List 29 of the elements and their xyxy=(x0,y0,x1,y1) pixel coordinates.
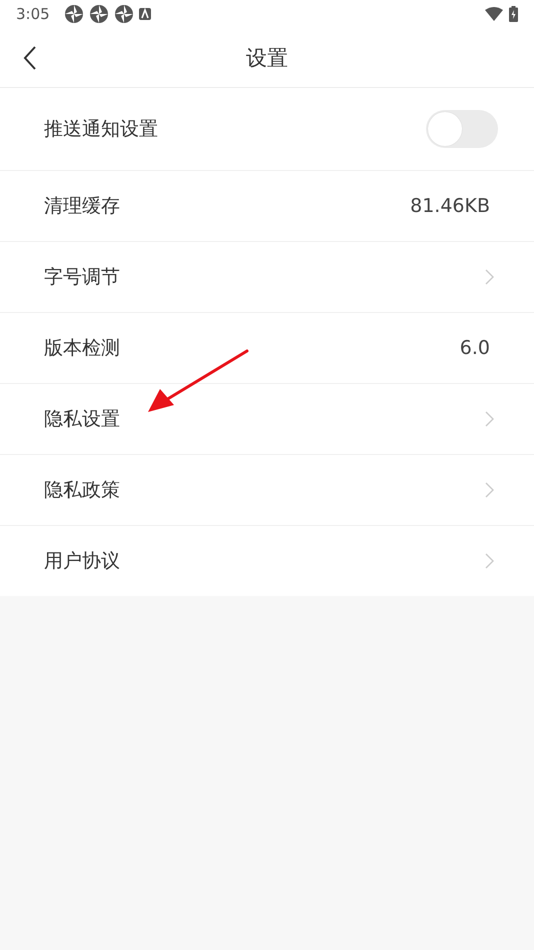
settings-label: 清理缓存 xyxy=(44,194,121,219)
settings-label: 字号调节 xyxy=(44,265,121,290)
chevron-right-icon xyxy=(485,482,494,498)
app-notification-icon xyxy=(114,4,134,24)
page-title: 设置 xyxy=(246,44,288,72)
chevron-right-icon xyxy=(485,411,494,427)
settings-row[interactable]: 版本检测 6.0 xyxy=(0,312,534,383)
settings-row[interactable]: 字号调节 xyxy=(0,241,534,312)
settings-value: 81.46KB xyxy=(410,195,490,217)
toggle-switch[interactable] xyxy=(426,110,498,148)
settings-label: 推送通知设置 xyxy=(44,117,159,142)
settings-row[interactable]: 隐私政策 xyxy=(0,454,534,525)
settings-label: 版本检测 xyxy=(44,336,121,361)
back-icon xyxy=(23,46,37,70)
settings-row[interactable]: 用户协议 xyxy=(0,525,534,596)
settings-row[interactable]: 清理缓存 81.46KB xyxy=(0,170,534,241)
battery-icon xyxy=(509,6,518,22)
settings-value: 6.0 xyxy=(460,337,490,359)
settings-label: 隐私政策 xyxy=(44,478,121,503)
chevron-right-icon xyxy=(485,269,494,285)
app-notification-icon xyxy=(88,4,109,24)
settings-row[interactable]: 推送通知设置 xyxy=(0,88,534,170)
settings-label: 用户协议 xyxy=(44,549,121,574)
settings-label: 隐私设置 xyxy=(44,407,121,432)
chevron-right-icon xyxy=(485,553,494,569)
app-notification-icon xyxy=(138,8,151,20)
wifi-icon xyxy=(485,7,503,21)
status-time: 3:05 xyxy=(16,5,50,23)
app-notification-icon xyxy=(64,4,84,24)
